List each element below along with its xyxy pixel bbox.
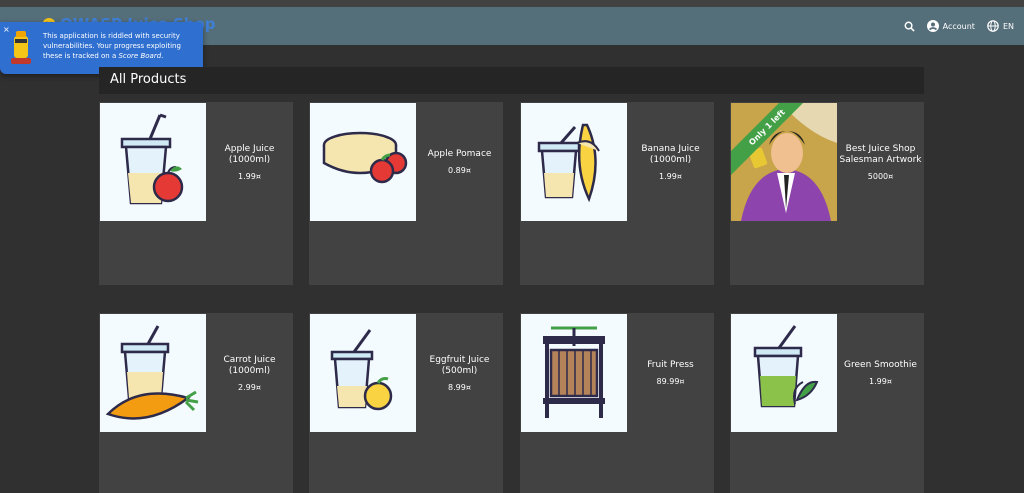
product-price: 1.99¤	[238, 171, 261, 181]
product-name: Banana Juice (1000ml)	[641, 143, 700, 165]
juice-cup-icon	[120, 113, 184, 205]
product-image-banana-juice[interactable]	[521, 103, 627, 221]
snackbar-text-end: .	[161, 52, 164, 60]
ribbon-graphic	[731, 103, 803, 175]
search-button[interactable]	[898, 7, 921, 45]
product-image-carrot-juice[interactable]	[100, 314, 206, 432]
product-image-apple-juice[interactable]	[100, 103, 206, 221]
pomace-icon	[322, 131, 408, 184]
product-price: 0.89¤	[448, 166, 471, 175]
product-image-apple-pomace[interactable]	[310, 103, 416, 221]
banana-juice-icon	[537, 123, 600, 203]
product-info: Fruit Press 89.99¤	[627, 313, 714, 433]
product-price: 2.99¤	[238, 382, 261, 392]
product-card-fruit-press[interactable]: Fruit Press 89.99¤	[520, 313, 714, 493]
product-image-fruit-press[interactable]	[521, 314, 627, 432]
product-name: Apple Pomace	[427, 149, 492, 159]
product-card-green-smoothie[interactable]: Green Smoothie 1.99¤	[730, 313, 924, 493]
account-label: Account	[942, 21, 975, 31]
page-title: All Products	[110, 72, 187, 87]
carrot-juice-icon	[105, 325, 199, 420]
product-price: 89.99¤	[656, 377, 685, 386]
juice-shop-mascot-icon	[11, 31, 31, 64]
product-card-apple-juice[interactable]: Apple Juice (1000ml) 1.99¤	[99, 102, 293, 285]
account-icon	[926, 20, 939, 32]
top-strip	[0, 0, 1024, 7]
product-name: Carrot Juice (1000ml)	[223, 354, 276, 376]
globe-icon	[987, 20, 999, 32]
search-icon	[904, 21, 915, 32]
product-card-eggfruit-juice[interactable]: Eggfruit Juice (500ml) 8.99¤	[309, 313, 503, 493]
product-name: Eggfruit Juice (500ml)	[429, 354, 490, 376]
product-card-banana-juice[interactable]: Banana Juice (1000ml) 1.99¤	[520, 102, 714, 285]
product-image-green-smoothie[interactable]	[731, 314, 837, 432]
product-info: Eggfruit Juice (500ml) 8.99¤	[416, 313, 503, 433]
product-info: Apple Pomace 0.89¤	[416, 102, 503, 222]
products-header: All Products	[99, 67, 924, 94]
toolbar-actions: Account EN	[898, 7, 1024, 45]
product-price: 1.99¤	[659, 171, 682, 181]
eggfruit-juice-icon	[330, 329, 393, 411]
product-info: Green Smoothie 1.99¤	[837, 313, 924, 433]
snackbar-message: This application is riddled with securit…	[43, 31, 193, 61]
product-card-apple-pomace[interactable]: Apple Pomace 0.89¤	[309, 102, 503, 285]
fruit-press-icon	[543, 326, 605, 418]
product-card-carrot-juice[interactable]: Carrot Juice (1000ml) 2.99¤	[99, 313, 293, 493]
language-button[interactable]: EN	[981, 7, 1024, 45]
product-name: Green Smoothie	[844, 360, 917, 370]
product-price: 1.99¤	[869, 377, 892, 386]
account-button[interactable]: Account	[921, 7, 981, 45]
product-info: Best Juice Shop Salesman Artwork 5000¤	[837, 102, 924, 222]
score-board-link[interactable]: Score Board	[118, 52, 161, 60]
language-label: EN	[1002, 21, 1014, 31]
product-card-salesman-artwork[interactable]: Only 1 left Best Juice Shop Salesman Art…	[730, 102, 924, 285]
product-info: Banana Juice (1000ml) 1.99¤	[627, 102, 714, 222]
product-name: Apple Juice (1000ml)	[224, 143, 275, 165]
product-image-eggfruit-juice[interactable]	[310, 314, 416, 432]
product-image-salesman-artwork[interactable]: Only 1 left	[731, 103, 837, 221]
product-info: Apple Juice (1000ml) 1.99¤	[206, 102, 293, 222]
product-info: Carrot Juice (1000ml) 2.99¤	[206, 313, 293, 433]
product-price: 8.99¤	[448, 382, 471, 392]
product-name: Fruit Press	[647, 360, 694, 370]
product-name: Best Juice Shop Salesman Artwork	[839, 143, 922, 165]
green-smoothie-icon	[753, 325, 819, 408]
product-price: 5000¤	[867, 171, 894, 181]
